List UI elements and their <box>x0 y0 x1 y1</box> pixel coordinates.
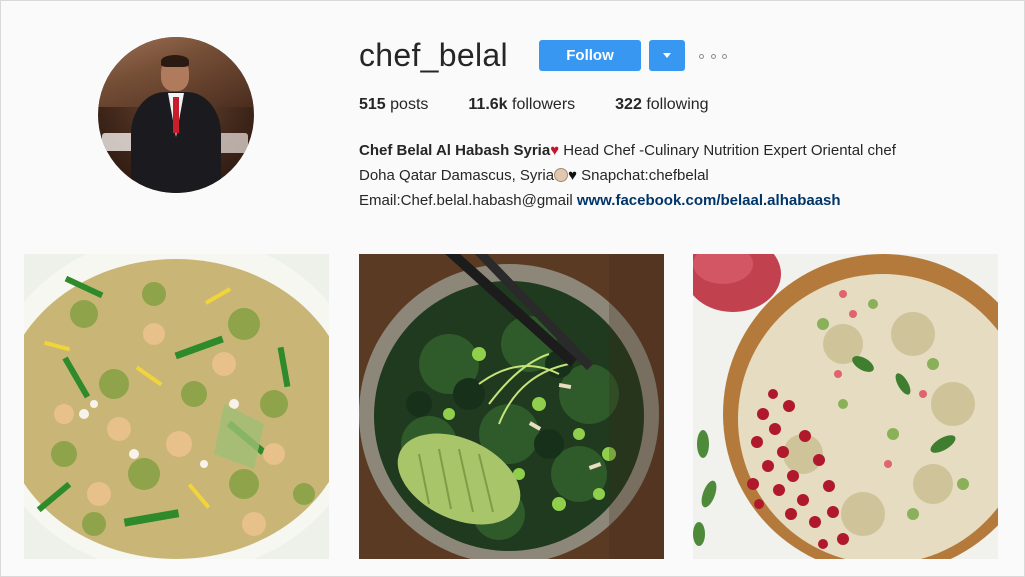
red-heart-icon: ♥ <box>550 142 560 159</box>
followers-stat[interactable]: 11.6k followers <box>468 96 575 114</box>
bio-email: Email:Chef.belal.habash@gmail <box>359 192 577 209</box>
bio-line-2: Doha Qatar Damascus, Syria ♥ Snapchat:che… <box>359 163 999 188</box>
food-photo-kale-bowl <box>359 254 664 559</box>
profile-page: chef_belal Follow 515 posts 11.6k follow… <box>0 0 1025 577</box>
bio-text: Head Chef -Culinary Nutrition Expert Ori… <box>559 142 896 159</box>
bio-snapchat: Snapchat:chefbelal <box>576 167 709 184</box>
following-label: following <box>646 96 709 113</box>
bio-line-3: Email:Chef.belal.habash@gmail www.facebo… <box>359 188 999 213</box>
chevron-down-icon <box>663 53 671 58</box>
full-name: Chef Belal Al Habash Syria <box>359 142 551 159</box>
profile-bio: Chef Belal Al Habash Syria♥ Head Chef -C… <box>359 138 999 213</box>
bio-location: Doha Qatar Damascus, Syria <box>359 167 555 184</box>
profile-username: chef_belal <box>359 37 508 73</box>
food-photo-pomegranate-salad <box>693 254 998 559</box>
post-thumbnail-pomegranate-quinoa-salad[interactable] <box>693 254 998 559</box>
food-photo-quinoa-salad <box>24 254 329 559</box>
followers-count: 11.6k <box>468 96 508 113</box>
post-thumbnail-kale-avocado-bowl[interactable] <box>359 254 664 559</box>
follow-button[interactable]: Follow <box>539 40 641 71</box>
post-thumbnail-quinoa-chickpea-salad[interactable] <box>24 254 329 559</box>
following-stat[interactable]: 322 following <box>615 96 708 114</box>
profile-stats: 515 posts 11.6k followers 322 following <box>359 96 749 114</box>
bio-line-1: Chef Belal Al Habash Syria♥ Head Chef -C… <box>359 138 999 163</box>
website-link[interactable]: www.facebook.com/belaal.alhabaash <box>577 192 841 209</box>
dot <box>722 53 727 59</box>
avatar-hair <box>161 55 189 67</box>
black-heart-icon: ♥ <box>568 167 577 184</box>
suggestions-dropdown-button[interactable] <box>649 40 685 71</box>
woman-emoji-icon <box>554 168 569 182</box>
dot <box>699 53 704 59</box>
avatar-tie <box>173 97 179 133</box>
followers-label: followers <box>512 96 576 113</box>
more-options-icon[interactable] <box>699 49 727 63</box>
dot <box>710 53 716 59</box>
posts-count: 515 <box>359 96 386 113</box>
following-count: 322 <box>615 96 642 113</box>
avatar[interactable] <box>98 37 254 193</box>
posts-label: posts <box>390 96 429 113</box>
posts-stat: 515 posts <box>359 96 428 114</box>
